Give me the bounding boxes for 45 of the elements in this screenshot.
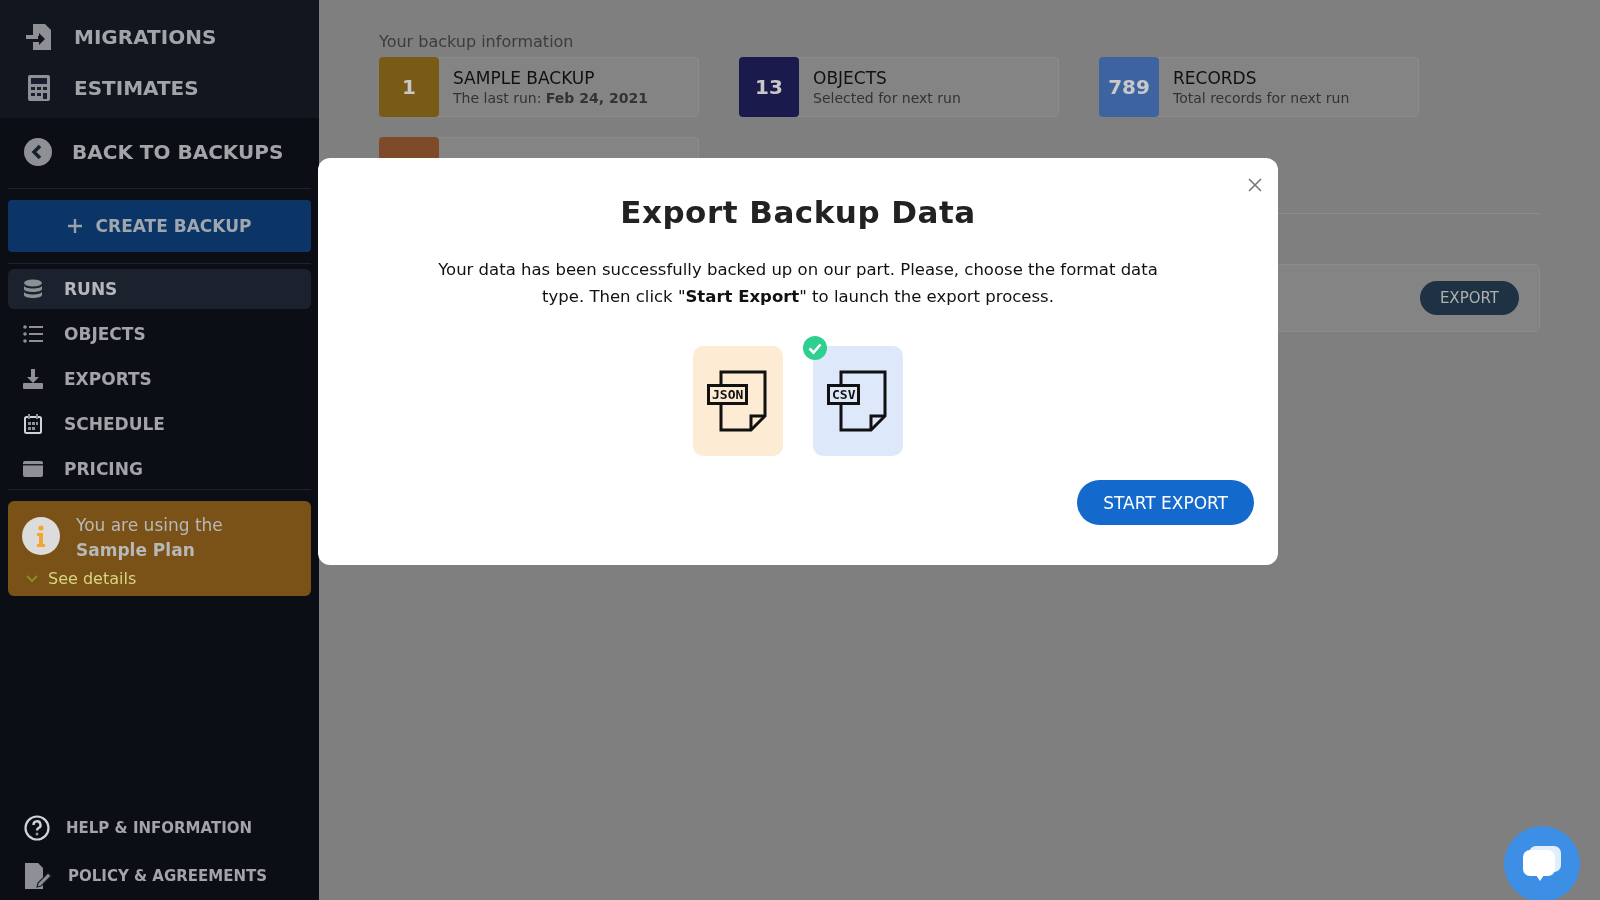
card-subtitle: Total records for next run	[1173, 90, 1350, 106]
count-badge: 789	[1099, 57, 1159, 117]
help-icon	[24, 815, 50, 841]
calendar-icon	[22, 414, 44, 434]
sidebar-item[interactable]: SCHEDULE	[8, 404, 311, 444]
sidebar-link[interactable]: HELP & INFORMATION	[8, 804, 311, 852]
format-option[interactable]: CSV	[813, 346, 903, 456]
close-icon[interactable]	[1248, 178, 1262, 192]
sidebar-link[interactable]: MIGRATIONS	[0, 12, 319, 64]
info-icon	[22, 517, 60, 555]
format-option[interactable]: JSON	[693, 346, 783, 456]
chevron-down-icon	[26, 574, 38, 583]
card-subtitle: The last run: Feb 24, 2021	[453, 90, 648, 106]
format-label: CSV	[827, 384, 861, 405]
create-backup-button[interactable]: CREATE BACKUP	[8, 200, 311, 252]
card-subtitle: Selected for next run	[813, 90, 961, 106]
sidebar-item[interactable]: EXPORTS	[8, 359, 311, 399]
sidebar-link[interactable]: ESTIMATES	[0, 64, 319, 114]
sidebar-item[interactable]: RUNS	[8, 269, 311, 309]
download-icon	[22, 369, 44, 389]
format-label: JSON	[707, 384, 749, 405]
dialog-message: Your data has been successfully backed up on our part. Please, choose the format data type. Then click "Start Export" to launch the export process.	[438, 259, 1158, 308]
sidebar-item[interactable]: PRICING	[8, 449, 311, 489]
document-pen-icon	[24, 863, 52, 889]
count-badge: 13	[739, 57, 799, 117]
back-link[interactable]: BACK TO BACKUPS	[8, 118, 311, 188]
wallet-icon	[22, 460, 44, 478]
plus-icon	[67, 219, 82, 233]
card-title: SAMPLE BACKUP	[453, 68, 596, 88]
export-button[interactable]: EXPORT	[1419, 281, 1519, 315]
count-badge: 1	[379, 57, 439, 117]
plan-notice-text: You are using the Sample Plan	[76, 514, 224, 562]
check-badge-icon	[803, 336, 827, 360]
dialog-title: Export Backup Data	[620, 194, 976, 230]
list-icon	[22, 325, 44, 343]
section-heading: Your backup information	[379, 32, 575, 51]
file-arrow-icon	[24, 22, 54, 52]
database-icon	[22, 279, 44, 299]
chevron-left-icon	[24, 138, 52, 166]
card-title: OBJECTS	[813, 68, 888, 88]
start-export-button[interactable]: START EXPORT	[1077, 480, 1254, 525]
card-title: RECORDS	[1173, 68, 1258, 88]
sidebar-link[interactable]: POLICY & AGREEMENTS	[8, 852, 311, 900]
see-details-link[interactable]: See details	[22, 569, 297, 588]
sidebar-item[interactable]: OBJECTS	[8, 314, 311, 354]
